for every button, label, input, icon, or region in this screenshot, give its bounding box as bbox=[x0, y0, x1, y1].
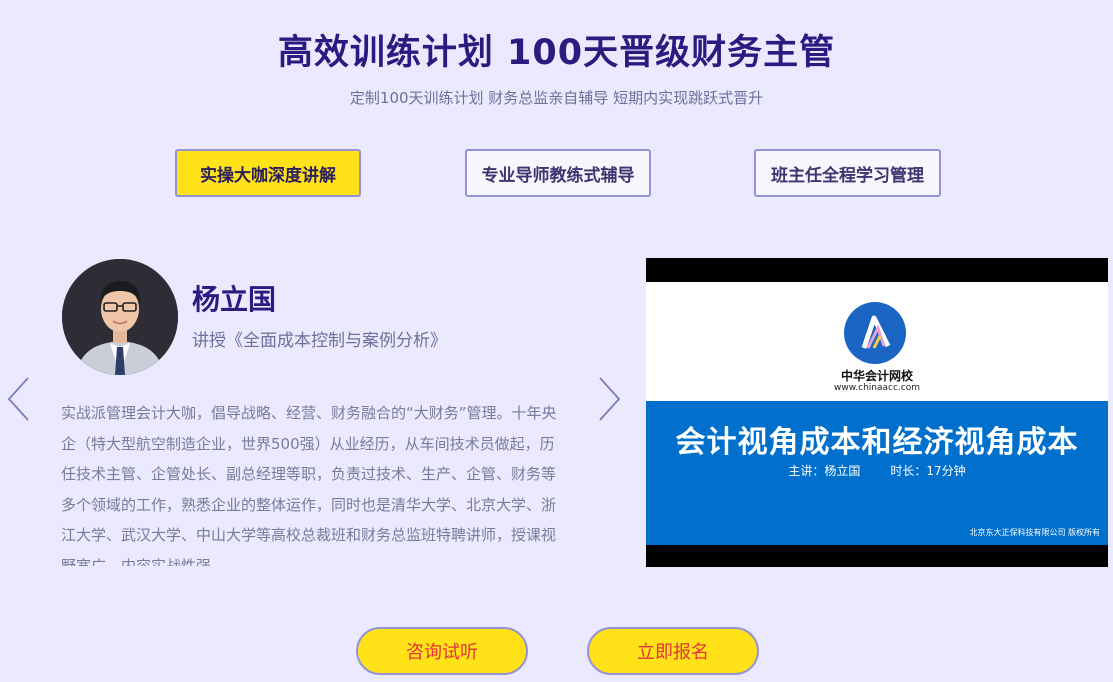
video-lecturer: 主讲：杨立国 bbox=[788, 464, 861, 478]
chinaacc-logo-icon bbox=[861, 315, 891, 349]
brand-name: 中华会计网校 bbox=[840, 369, 913, 383]
video-title-banner: 会计视角成本和经济视角成本 主讲：杨立国 时长：17分钟 北京东大正保科技有限公司… bbox=[646, 401, 1108, 545]
consult-button[interactable]: 咨询试听 bbox=[356, 627, 528, 675]
page: 高效训练计划 100天晋级财务主管 定制100天训练计划 财务总监亲自辅导 短期… bbox=[0, 0, 1113, 682]
teacher-bio: 实战派管理会计大咖，倡导战略、经营、财务融合的“大财务”管理。十年央企（特大型航… bbox=[61, 404, 557, 566]
brand-url: www.chinaacc.com bbox=[834, 383, 920, 393]
teacher-name: 杨立国 bbox=[192, 283, 277, 316]
chevron-right-icon bbox=[599, 377, 621, 421]
video-duration: 时长：17分钟 bbox=[890, 464, 966, 478]
carousel-next-button[interactable] bbox=[596, 376, 622, 422]
page-subtitle: 定制100天训练计划 财务总监亲自辅导 短期内实现跳跃式晋升 bbox=[349, 89, 764, 107]
teacher-course: 讲授《全面成本控制与案例分析》 bbox=[192, 331, 447, 351]
teacher-photo-icon bbox=[62, 259, 178, 375]
page-title: 高效训练计划 100天晋级财务主管 bbox=[277, 33, 836, 73]
video-title: 会计视角成本和经济视角成本 bbox=[675, 425, 1079, 460]
chevron-left-icon bbox=[7, 377, 29, 421]
teacher-avatar bbox=[62, 259, 178, 375]
carousel-prev-button[interactable] bbox=[6, 376, 32, 422]
tab-coach-tutoring[interactable]: 专业导师教练式辅导 bbox=[465, 149, 651, 197]
video-logo-area: 中华会计网校 www.chinaacc.com bbox=[646, 282, 1108, 401]
video-meta: 主讲：杨立国 时长：17分钟 bbox=[646, 462, 1108, 479]
tab-class-management[interactable]: 班主任全程学习管理 bbox=[754, 149, 941, 197]
brand-logo bbox=[844, 302, 906, 364]
signup-button[interactable]: 立即报名 bbox=[587, 627, 759, 675]
video-copyright: 北京东大正保科技有限公司 版权所有 bbox=[969, 528, 1100, 537]
video-player[interactable]: 中华会计网校 www.chinaacc.com 会计视角成本和经济视角成本 主讲… bbox=[646, 258, 1108, 567]
tab-expert-lecture[interactable]: 实操大咖深度讲解 bbox=[175, 149, 361, 197]
